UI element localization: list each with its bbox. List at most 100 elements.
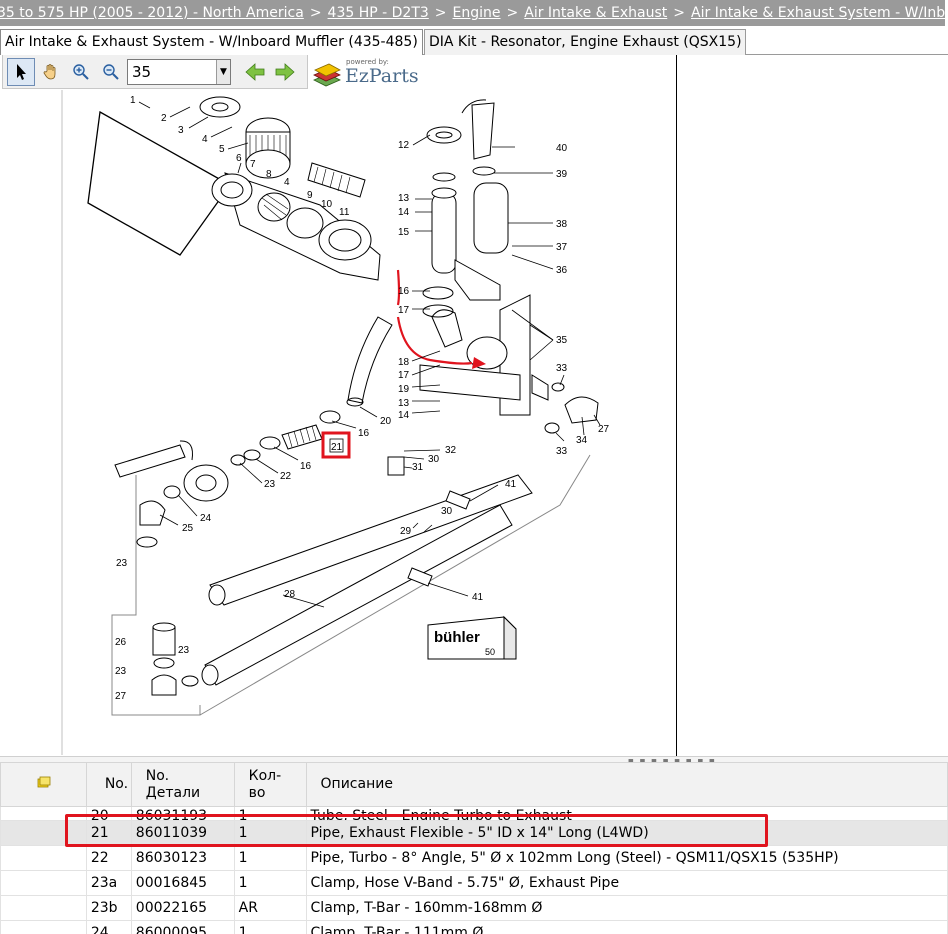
table-row[interactable]: 20 86031193 1 Tube, Steel - Engine Turbo… xyxy=(0,806,948,821)
row-cart-cell[interactable] xyxy=(0,895,87,921)
table-row[interactable]: 23b 00022165 AR Clamp, T-Bar - 160mm-168… xyxy=(0,895,948,921)
row-cart-cell[interactable] xyxy=(0,845,87,871)
diagram-viewer[interactable]: 1 2 3 4 5 6 7 8 4 9 10 11 12 13 14 15 16… xyxy=(0,55,677,760)
row-part-number: 86011039 xyxy=(130,820,235,846)
callout-15[interactable]: 15 xyxy=(398,227,410,238)
breadcrumb-item-engine[interactable]: Engine xyxy=(453,5,501,21)
callout-7[interactable]: 7 xyxy=(250,159,256,170)
callout-16c[interactable]: 16 xyxy=(300,461,312,472)
callout-9[interactable]: 9 xyxy=(307,190,313,201)
callout-14b[interactable]: 14 xyxy=(398,410,410,421)
pan-tool-button[interactable] xyxy=(37,58,65,86)
callout-11[interactable]: 11 xyxy=(339,207,350,218)
row-cart-cell[interactable] xyxy=(0,920,87,934)
row-qty: 1 xyxy=(233,870,307,896)
callout-14[interactable]: 14 xyxy=(398,207,410,218)
zoom-in-icon xyxy=(73,63,89,80)
callout-24[interactable]: 24 xyxy=(200,513,212,524)
callout-3[interactable]: 3 xyxy=(178,125,184,136)
callout-23b[interactable]: 23 xyxy=(116,558,128,569)
row-cart-cell[interactable] xyxy=(0,820,87,846)
column-header-cart[interactable] xyxy=(0,762,87,807)
callout-41b[interactable]: 41 xyxy=(472,592,484,603)
callout-28[interactable]: 28 xyxy=(284,589,296,600)
callout-23c[interactable]: 23 xyxy=(115,666,127,677)
callout-30b[interactable]: 30 xyxy=(428,454,440,465)
callout-19[interactable]: 19 xyxy=(398,384,410,395)
callout-25[interactable]: 25 xyxy=(182,523,194,534)
row-qty: 1 xyxy=(233,845,307,871)
table-row[interactable]: 23a 00016845 1 Clamp, Hose V-Band - 5.75… xyxy=(0,870,948,896)
callout-10[interactable]: 10 xyxy=(321,199,333,210)
callout-20[interactable]: 20 xyxy=(380,416,392,427)
callout-23[interactable]: 23 xyxy=(264,479,276,490)
breadcrumb-item-system[interactable]: Air Intake & Exhaust System - W/Inboard … xyxy=(691,5,945,21)
callout-5[interactable]: 5 xyxy=(219,144,225,155)
callout-38[interactable]: 38 xyxy=(556,219,568,230)
callout-21[interactable]: 21 xyxy=(331,442,343,453)
callout-4[interactable]: 4 xyxy=(202,134,208,145)
breadcrumb-item-engine-hp[interactable]: 435 HP - D2T3 xyxy=(328,5,429,21)
callout-12[interactable]: 12 xyxy=(398,140,410,151)
tab-air-intake-system[interactable]: Air Intake & Exhaust System - W/Inboard … xyxy=(0,29,423,56)
next-button[interactable] xyxy=(271,58,299,86)
callout-27b[interactable]: 27 xyxy=(598,424,610,435)
callout-30[interactable]: 30 xyxy=(441,506,453,517)
column-header-no[interactable]: No. xyxy=(85,762,132,807)
callout-17b[interactable]: 17 xyxy=(398,370,410,381)
callout-34[interactable]: 34 xyxy=(576,435,588,446)
callout-18[interactable]: 18 xyxy=(398,357,410,368)
callout-41[interactable]: 41 xyxy=(505,479,517,490)
tab-dia-kit-resonator[interactable]: DIA Kit - Resonator, Engine Exhaust (QSX… xyxy=(424,29,746,55)
row-qty: AR xyxy=(233,895,307,921)
row-cart-cell[interactable] xyxy=(0,806,87,821)
column-header-qty[interactable]: Кол- во xyxy=(233,762,307,807)
callout-37[interactable]: 37 xyxy=(556,242,568,253)
table-row[interactable]: 24 86000095 1 Clamp, T-Bar - 111mm Ø xyxy=(0,920,948,934)
row-cart-cell[interactable] xyxy=(0,870,87,896)
breadcrumb-item-model[interactable]: 35 to 575 HP (2005 - 2012) - North Ameri… xyxy=(0,5,304,21)
callout-33b[interactable]: 33 xyxy=(556,446,568,457)
callout-1[interactable]: 1 xyxy=(130,95,136,106)
callout-22[interactable]: 22 xyxy=(280,471,292,482)
buhler-number: 50 xyxy=(485,647,495,657)
callout-16b[interactable]: 16 xyxy=(358,428,370,439)
row-description: Pipe, Exhaust Flexible - 5" ID x 14" Lon… xyxy=(305,820,948,846)
callout-23d[interactable]: 23 xyxy=(178,645,190,656)
ezparts-logo[interactable]: powered by: EzParts xyxy=(312,57,422,89)
parts-table: No. No. Детали Кол- во Описание 20 86031… xyxy=(0,762,948,934)
callout-31[interactable]: 31 xyxy=(412,462,424,473)
callout-2[interactable]: 2 xyxy=(161,113,167,124)
callout-40[interactable]: 40 xyxy=(556,143,568,154)
column-header-description[interactable]: Описание xyxy=(305,762,948,807)
zoom-out-button[interactable] xyxy=(97,58,125,86)
callout-26[interactable]: 26 xyxy=(115,637,127,648)
row-qty: 1 xyxy=(233,820,307,846)
callout-36[interactable]: 36 xyxy=(556,265,568,276)
callout-32[interactable]: 32 xyxy=(445,445,457,456)
callout-4b[interactable]: 4 xyxy=(284,177,290,188)
tab-bar: Air Intake & Exhaust System - W/Inboard … xyxy=(0,26,948,56)
buhler-brand-text: bühler xyxy=(434,629,480,646)
zoom-in-button[interactable] xyxy=(67,58,95,86)
table-row[interactable]: 22 86030123 1 Pipe, Turbo - 8° Angle, 5"… xyxy=(0,845,948,871)
zoom-level-select[interactable]: 35 ▼ xyxy=(127,58,231,85)
callout-6[interactable]: 6 xyxy=(236,153,242,164)
callout-8[interactable]: 8 xyxy=(266,169,272,180)
callout-27[interactable]: 27 xyxy=(115,691,127,702)
callout-35[interactable]: 35 xyxy=(556,335,568,346)
callout-13b[interactable]: 13 xyxy=(398,398,410,409)
callout-33[interactable]: 33 xyxy=(556,363,568,374)
callout-39[interactable]: 39 xyxy=(556,169,568,180)
breadcrumb-item-air-intake[interactable]: Air Intake & Exhaust xyxy=(524,5,667,21)
callout-13[interactable]: 13 xyxy=(398,193,410,204)
callout-29[interactable]: 29 xyxy=(400,526,412,537)
exploded-parts-diagram[interactable]: 1 2 3 4 5 6 7 8 4 9 10 11 12 13 14 15 16… xyxy=(0,55,677,760)
chevron-down-icon[interactable]: ▼ xyxy=(216,59,230,84)
pointer-tool-button[interactable] xyxy=(7,57,35,86)
callout-16[interactable]: 16 xyxy=(398,286,410,297)
table-row-selected[interactable]: 21 86011039 1 Pipe, Exhaust Flexible - 5… xyxy=(0,820,948,846)
previous-button[interactable] xyxy=(241,58,269,86)
column-header-part-number[interactable]: No. Детали xyxy=(130,762,235,807)
callout-17[interactable]: 17 xyxy=(398,305,410,316)
